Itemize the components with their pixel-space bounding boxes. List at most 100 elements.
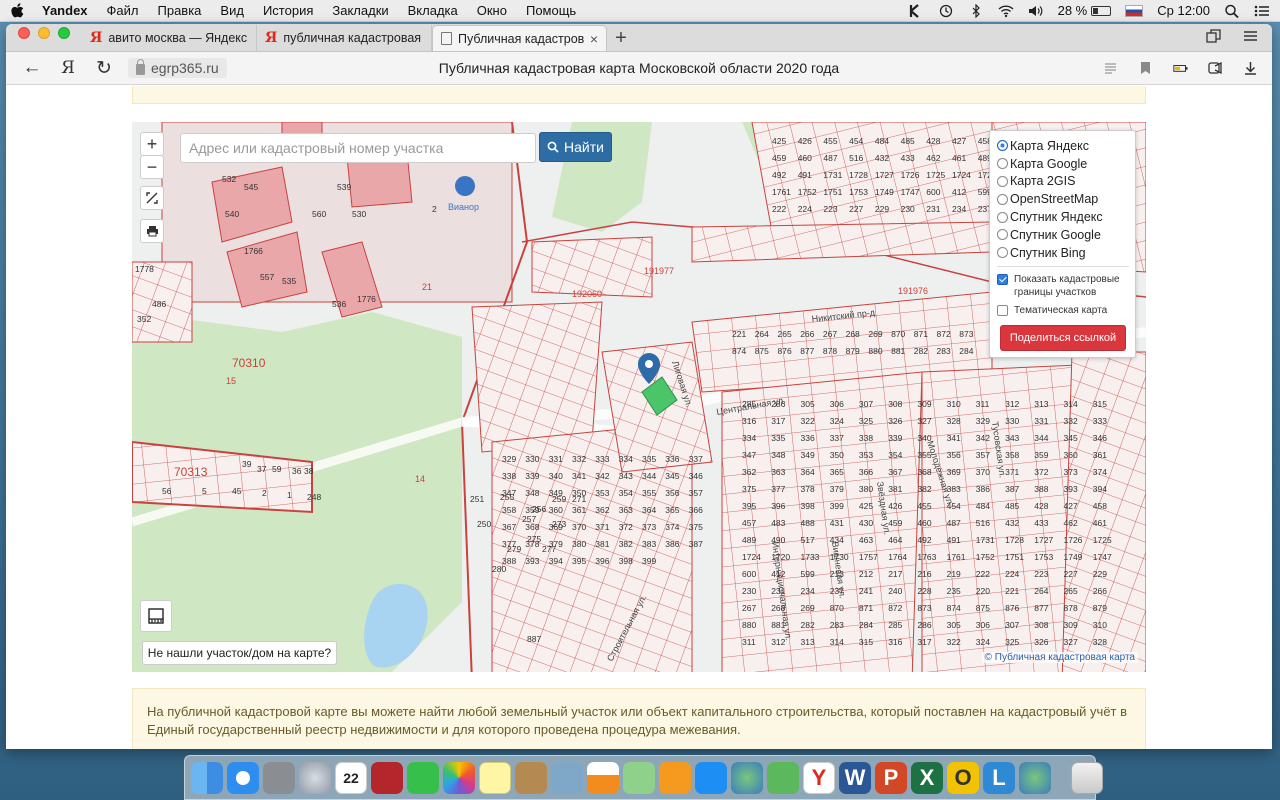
tab-avito[interactable]: Я авито москва — Яндекс: нашл	[82, 25, 257, 51]
utorrent-icon[interactable]	[767, 761, 799, 794]
tab-cadastral-search[interactable]: Я публичная кадастровая карта	[257, 25, 432, 51]
system-preferences-icon[interactable]	[263, 761, 295, 794]
battery-indicator[interactable]: 28 %	[1058, 3, 1112, 18]
parcel-number: 463	[859, 535, 873, 545]
yandex-icon[interactable]: Y	[803, 761, 835, 794]
notes-icon[interactable]	[479, 761, 511, 794]
downloads-icon[interactable]	[1243, 61, 1258, 75]
contacts-icon[interactable]	[515, 761, 547, 794]
parcel-number: 282	[914, 346, 928, 356]
menu-icon[interactable]	[1243, 29, 1258, 43]
back-arrow-icon[interactable]: ←	[14, 57, 50, 79]
layer-option-yandex-satellite[interactable]: Спутник Яндекс	[997, 208, 1129, 226]
parcel-number: 306	[830, 399, 844, 409]
calendar-icon[interactable]: 22	[335, 761, 367, 794]
radio-icon[interactable]	[997, 247, 1008, 259]
layer-option-2gis-map[interactable]: Карта 2GIS	[997, 173, 1129, 191]
radio-icon[interactable]	[997, 158, 1008, 170]
layer-option-yandex-map[interactable]: Карта Яндекс	[997, 137, 1129, 155]
lync-icon[interactable]: L	[983, 761, 1015, 794]
parcel-number: 1753	[1034, 552, 1053, 562]
parcel-number: 879	[846, 346, 860, 356]
synced-tabs-icon[interactable]	[1206, 28, 1221, 43]
time-machine-icon[interactable]	[938, 4, 954, 18]
map-attribution[interactable]: © Публичная кадастровая карта	[981, 652, 1138, 663]
kaspersky-icon[interactable]	[908, 3, 924, 18]
thematic-map-option[interactable]: Тематическая карта	[997, 304, 1129, 317]
layer-option-bing-satellite[interactable]: Спутник Bing	[997, 244, 1129, 262]
reader-mode-icon[interactable]	[1103, 61, 1118, 75]
minimize-window-button[interactable]	[38, 27, 50, 39]
launchpad-icon[interactable]	[299, 761, 331, 794]
bookmark-icon[interactable]	[1138, 61, 1153, 75]
word-icon[interactable]: W	[839, 761, 871, 794]
new-tab-button[interactable]: +	[607, 25, 635, 51]
menu-help[interactable]: Помощь	[526, 3, 576, 18]
layer-option-google-satellite[interactable]: Спутник Google	[997, 226, 1129, 244]
zoom-in-button[interactable]: +	[140, 132, 164, 156]
yandex-logo-icon[interactable]: Я	[50, 58, 86, 78]
fullscreen-button[interactable]	[140, 186, 164, 210]
menu-window[interactable]: Окно	[477, 3, 507, 18]
find-button[interactable]: Найти	[539, 132, 612, 162]
layer-option-google-map[interactable]: Карта Google	[997, 155, 1129, 173]
url-field[interactable]: egrp365.ru	[128, 58, 227, 78]
radio-icon[interactable]	[997, 211, 1008, 223]
safari-icon[interactable]	[227, 761, 259, 794]
print-button[interactable]	[140, 219, 164, 243]
menu-file[interactable]: Файл	[107, 3, 139, 18]
share-link-button[interactable]: Поделиться ссылкой	[1000, 324, 1126, 351]
disk-utility-icon[interactable]	[731, 761, 763, 794]
parcel-number: 362	[595, 505, 609, 515]
menu-view[interactable]: Вид	[220, 3, 244, 18]
facetime-icon[interactable]	[407, 761, 439, 794]
maps-icon[interactable]	[623, 761, 655, 794]
checkbox-icon[interactable]	[997, 304, 1008, 316]
radio-icon[interactable]	[997, 193, 1008, 205]
show-boundaries-option[interactable]: Показать кадастровые границы участков	[997, 273, 1129, 299]
finder-icon[interactable]	[191, 761, 223, 794]
fullscreen-window-button[interactable]	[58, 27, 70, 39]
menu-app-name[interactable]: Yandex	[42, 3, 88, 18]
volume-icon[interactable]	[1028, 4, 1044, 18]
radio-icon[interactable]	[997, 175, 1008, 187]
radio-icon[interactable]	[997, 229, 1008, 241]
powerpoint-icon[interactable]: P	[875, 761, 907, 794]
books-icon[interactable]	[659, 761, 691, 794]
app-store-icon[interactable]	[695, 761, 727, 794]
bluetooth-icon[interactable]	[968, 3, 984, 18]
clock[interactable]: Ср 12:00	[1157, 3, 1210, 18]
preview-icon[interactable]	[551, 761, 583, 794]
notification-center-icon[interactable]	[1254, 4, 1270, 18]
menu-edit[interactable]: Правка	[158, 3, 202, 18]
excel-icon[interactable]: X	[911, 761, 943, 794]
checkbox-checked-icon[interactable]	[997, 273, 1008, 285]
radio-selected-icon[interactable]	[997, 140, 1008, 152]
menu-bookmarks[interactable]: Закладки	[332, 3, 388, 18]
extensions-icon[interactable]	[1208, 61, 1223, 75]
input-source-flag-icon[interactable]	[1125, 4, 1144, 17]
menu-tab[interactable]: Вкладка	[408, 3, 458, 18]
network-icon[interactable]	[1019, 761, 1051, 794]
ruler-button[interactable]	[140, 600, 172, 632]
close-window-button[interactable]	[18, 27, 30, 39]
tab-cadastral-map[interactable]: Публичная кадастровая карт ×	[432, 25, 607, 51]
parcel-number: 322	[801, 416, 815, 426]
layer-option-osm[interactable]: OpenStreetMap	[997, 190, 1129, 208]
wifi-icon[interactable]	[998, 4, 1014, 18]
spotlight-search-icon[interactable]	[1224, 4, 1240, 18]
search-input[interactable]	[180, 133, 536, 163]
cadastral-map[interactable]: Вианор 70310 70313 191977 192060 191976 …	[132, 122, 1146, 672]
trash-icon[interactable]	[1071, 761, 1103, 794]
outlook-icon[interactable]: O	[947, 761, 979, 794]
zoom-out-button[interactable]: −	[140, 155, 164, 179]
reload-icon[interactable]: ↻	[86, 57, 122, 80]
battery-saver-icon[interactable]	[1173, 61, 1188, 75]
close-tab-icon[interactable]: ×	[590, 31, 598, 47]
vlc-icon[interactable]	[587, 761, 619, 794]
not-found-button[interactable]: Не нашли участок/дом на карте?	[142, 641, 337, 665]
photo-booth-icon[interactable]	[371, 761, 403, 794]
menu-history[interactable]: История	[263, 3, 313, 18]
apple-icon[interactable]	[10, 2, 24, 19]
photos-icon[interactable]	[443, 761, 475, 794]
